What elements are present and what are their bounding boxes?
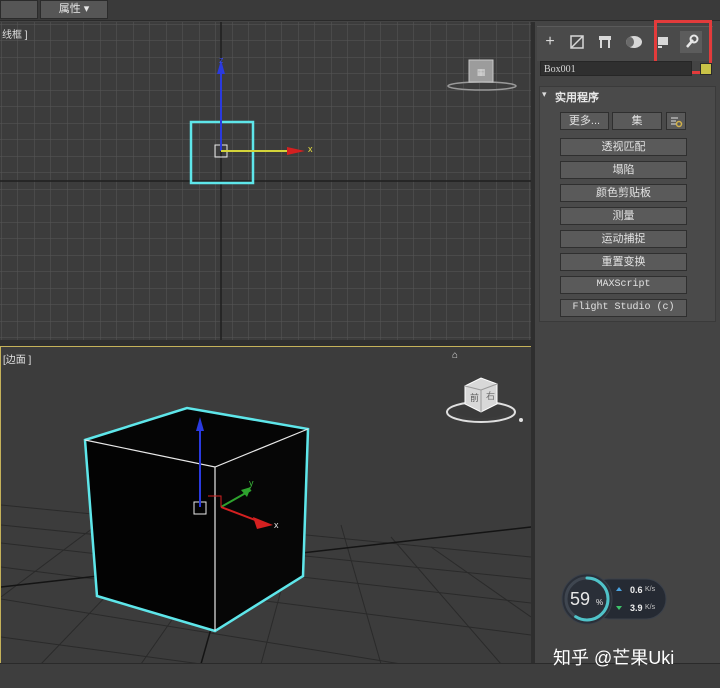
persp-x-label: x [274,520,279,530]
sets-button[interactable]: 集 [612,112,662,130]
menu-button-previous[interactable] [0,0,38,19]
object-color-swatch[interactable] [700,63,712,75]
usage-percent-unit: % [596,598,604,607]
download-speed: 3.9 [630,603,643,613]
measure-button[interactable]: 测量 [560,207,687,225]
maxscript-button[interactable]: MAXScript [560,276,687,294]
reset-xform-button[interactable]: 重置变换 [560,253,687,271]
perspective-viewport[interactable]: y x [边面 ] ⌂ 前 右 [0,346,532,665]
object-name-field[interactable]: Box001 [540,61,692,76]
attributes-menu-button[interactable]: 属性 ▾ [40,0,108,19]
top-viewport-label[interactable]: 线框 ] [2,26,28,41]
flight-studio-button[interactable]: Flight Studio (c) [560,299,687,317]
viewcube-top[interactable]: ▦ [446,56,526,96]
viewcube-perspective[interactable] [445,372,525,432]
configure-sets-button[interactable] [666,112,686,130]
modify-icon[interactable] [566,31,588,53]
persp-y-label: y [249,478,254,488]
home-icon[interactable]: ⌂ [452,350,458,361]
x-axis-label: x [308,144,313,154]
color-clipboard-button[interactable]: 颜色剪贴板 [560,184,687,202]
collapse-button[interactable]: 塌陷 [560,161,687,179]
viewcube-front-face[interactable]: 前 [470,391,479,404]
rollout-collapse-icon[interactable]: ▾ [542,89,547,100]
hierarchy-icon[interactable] [594,31,616,53]
upload-speed: 0.6 [630,585,643,595]
motion-capture-button[interactable]: 运动捕捉 [560,230,687,248]
network-monitor-widget[interactable]: 59 % 0.6 K/s 3.9 K/s [561,573,668,626]
top-toolbar [0,0,720,21]
download-unit: K/s [645,604,656,611]
watermark-text: 知乎 @芒果Uki [553,648,675,668]
motion-icon[interactable] [622,31,644,53]
upload-unit: K/s [645,586,656,593]
top-viewport[interactable]: x z 线框 ] ▦ [0,22,531,340]
perspective-match-button[interactable]: 透视匹配 [560,138,687,156]
z-axis-label: z [219,55,224,65]
create-icon[interactable]: + [539,31,561,53]
rollout-title[interactable]: 实用程序 [555,89,599,105]
viewcube-right-face[interactable]: 右 [486,389,495,402]
usage-percent: 59 [570,589,591,609]
perspective-viewport-label[interactable]: [边面 ] [3,351,31,366]
svg-text:▦: ▦ [477,68,486,78]
more-button[interactable]: 更多... [560,112,609,130]
